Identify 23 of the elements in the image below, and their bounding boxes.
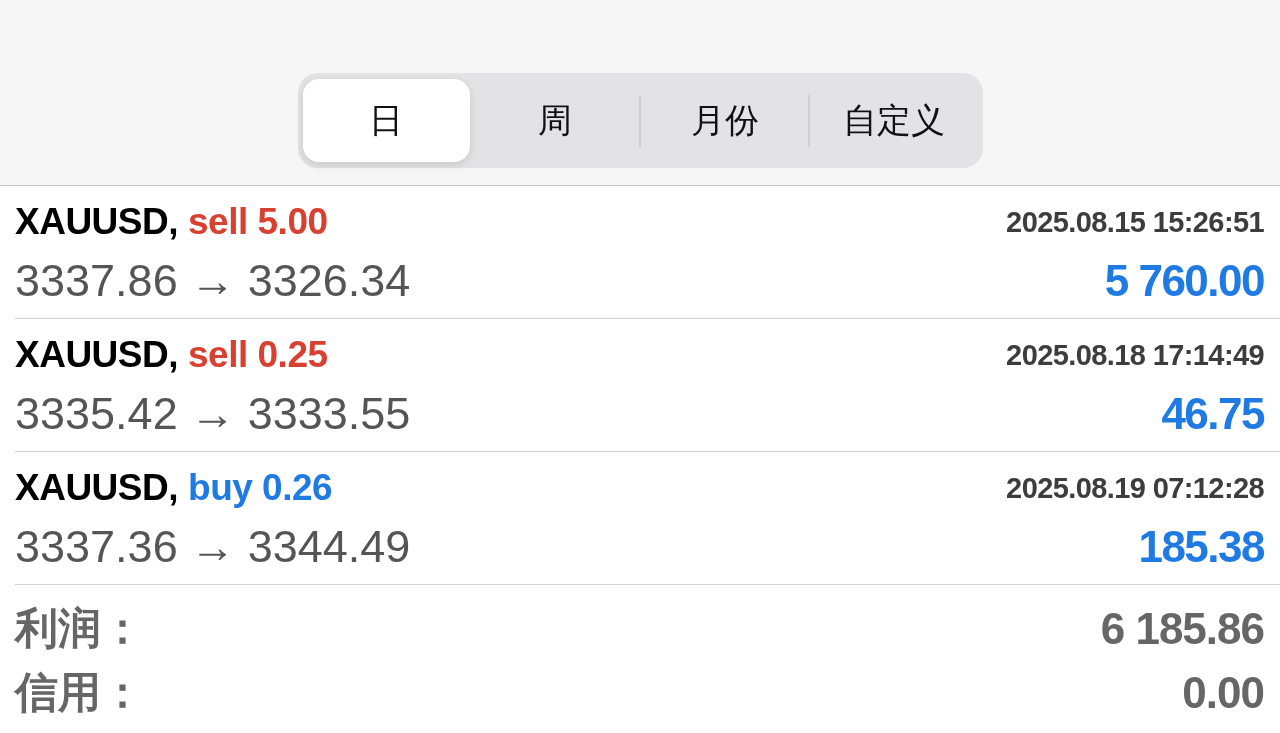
time-text: 2025.08.15 15:26:51 — [1006, 205, 1264, 239]
order-text: buy 0.26 — [188, 467, 333, 509]
price-text: 3335.42 → 3333.55 — [15, 388, 411, 440]
profit-text: 185.38 — [1138, 522, 1264, 572]
summary-value: 0.00 — [1182, 668, 1264, 718]
period-tab[interactable]: 日 — [302, 79, 470, 162]
profit-text: 5 760.00 — [1104, 256, 1264, 306]
period-tab[interactable]: 自定义 — [810, 79, 978, 162]
price-text: 3337.86 → 3326.34 — [15, 255, 411, 307]
time-text: 2025.08.18 17:14:49 — [1006, 338, 1264, 372]
summary-label: 信用： — [15, 667, 144, 718]
symbol-text: XAUUSD, — [15, 201, 179, 243]
summary-label: 利润： — [15, 603, 144, 654]
period-tab[interactable]: 月份 — [641, 79, 809, 162]
symbol-text: XAUUSD, — [15, 334, 179, 376]
time-text: 2025.08.19 07:12:28 — [1006, 471, 1264, 505]
summary-value: 6 185.86 — [1100, 604, 1264, 654]
order-text: sell 0.25 — [188, 334, 328, 376]
order-text: sell 5.00 — [188, 201, 328, 243]
profit-text: 46.75 — [1161, 389, 1264, 439]
period-tab[interactable]: 周 — [471, 79, 639, 162]
symbol-text: XAUUSD, — [15, 467, 179, 509]
price-text: 3337.36 → 3344.49 — [15, 521, 411, 573]
